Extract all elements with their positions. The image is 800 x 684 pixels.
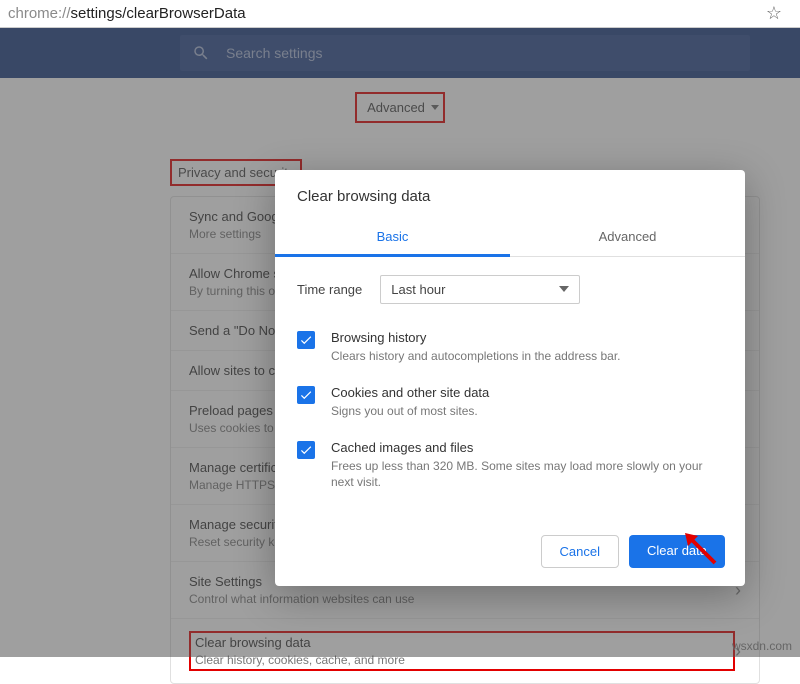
checkbox-checked[interactable]	[297, 386, 315, 404]
option-browsing-history[interactable]: Browsing historyClears history and autoc…	[297, 320, 723, 375]
option-cookies[interactable]: Cookies and other site dataSigns you out…	[297, 375, 723, 430]
cancel-button[interactable]: Cancel	[541, 535, 619, 568]
checkbox-checked[interactable]	[297, 331, 315, 349]
address-bar[interactable]: chrome://settings/clearBrowserData ☆	[0, 0, 800, 28]
annotation-arrow-icon	[680, 528, 720, 568]
checkbox-checked[interactable]	[297, 441, 315, 459]
bookmark-star-icon[interactable]: ☆	[766, 3, 782, 24]
time-range-select[interactable]: Last hour	[380, 275, 580, 304]
dropdown-caret-icon	[559, 286, 569, 292]
dialog-tabs: Basic Advanced	[275, 219, 745, 257]
tab-basic[interactable]: Basic	[275, 219, 510, 256]
clear-browsing-data-dialog: Clear browsing data Basic Advanced Time …	[275, 170, 745, 586]
url-text: chrome://settings/clearBrowserData	[8, 5, 766, 22]
watermark: wsxdn.com	[732, 639, 792, 653]
option-cached[interactable]: Cached images and filesFrees up less tha…	[297, 430, 723, 502]
dialog-title: Clear browsing data	[275, 170, 745, 219]
time-range-label: Time range	[297, 282, 362, 297]
tab-advanced[interactable]: Advanced	[510, 219, 745, 256]
